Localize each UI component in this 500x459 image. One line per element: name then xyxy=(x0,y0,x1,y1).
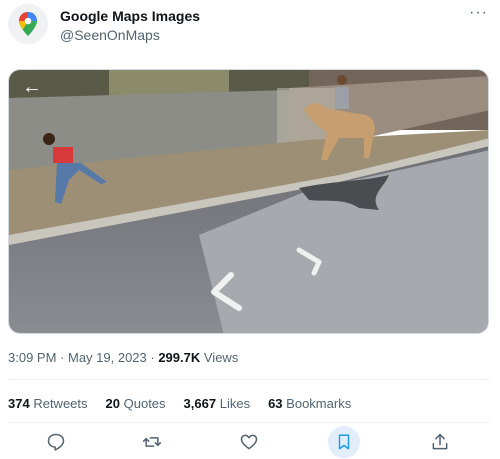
like-icon xyxy=(240,434,258,450)
retweet-icon xyxy=(142,437,162,447)
back-arrow-icon[interactable]: ← xyxy=(22,76,42,99)
share-icon xyxy=(432,433,448,450)
stat-likes[interactable]: 3,667 Likes xyxy=(184,396,251,411)
stat-quotes[interactable]: 20 Quotes xyxy=(106,396,166,411)
retweet-button[interactable] xyxy=(138,428,166,456)
bookmark-button[interactable] xyxy=(328,426,360,458)
tweet-date[interactable]: May 19, 2023 xyxy=(68,350,147,365)
author-handle[interactable]: @SeenOnMaps xyxy=(60,27,160,43)
divider xyxy=(8,422,490,423)
share-button[interactable] xyxy=(426,428,454,456)
street-view-image xyxy=(9,70,488,333)
meta-separator: · xyxy=(56,350,68,365)
meta-separator: · xyxy=(146,350,159,365)
views-count: 299.7K xyxy=(158,350,201,365)
reply-icon xyxy=(47,433,65,451)
tweet-header: Google Maps Images @SeenOnMaps ··· xyxy=(8,4,492,52)
tweet-time[interactable]: 3:09 PM xyxy=(8,350,56,365)
like-button[interactable] xyxy=(235,428,263,456)
bookmark-icon xyxy=(338,434,350,450)
stat-retweets[interactable]: 374 Retweets xyxy=(8,396,88,411)
tweet-meta: 3:09 PM · May 19, 2023 · 299.7K Views xyxy=(8,350,238,365)
tweet-stats: 374 Retweets 20 Quotes 3,667 Likes 63 Bo… xyxy=(8,396,351,411)
author-name[interactable]: Google Maps Images xyxy=(60,8,200,24)
views-label: Views xyxy=(203,350,239,365)
more-options-icon[interactable]: ··· xyxy=(469,4,488,22)
google-maps-pin-icon xyxy=(19,12,37,36)
action-bar xyxy=(0,424,500,458)
stat-bookmarks[interactable]: 63 Bookmarks xyxy=(268,396,351,411)
reply-button[interactable] xyxy=(42,428,70,456)
avatar[interactable] xyxy=(8,4,48,44)
divider xyxy=(8,379,490,380)
tweet-media[interactable]: ← xyxy=(8,69,489,334)
